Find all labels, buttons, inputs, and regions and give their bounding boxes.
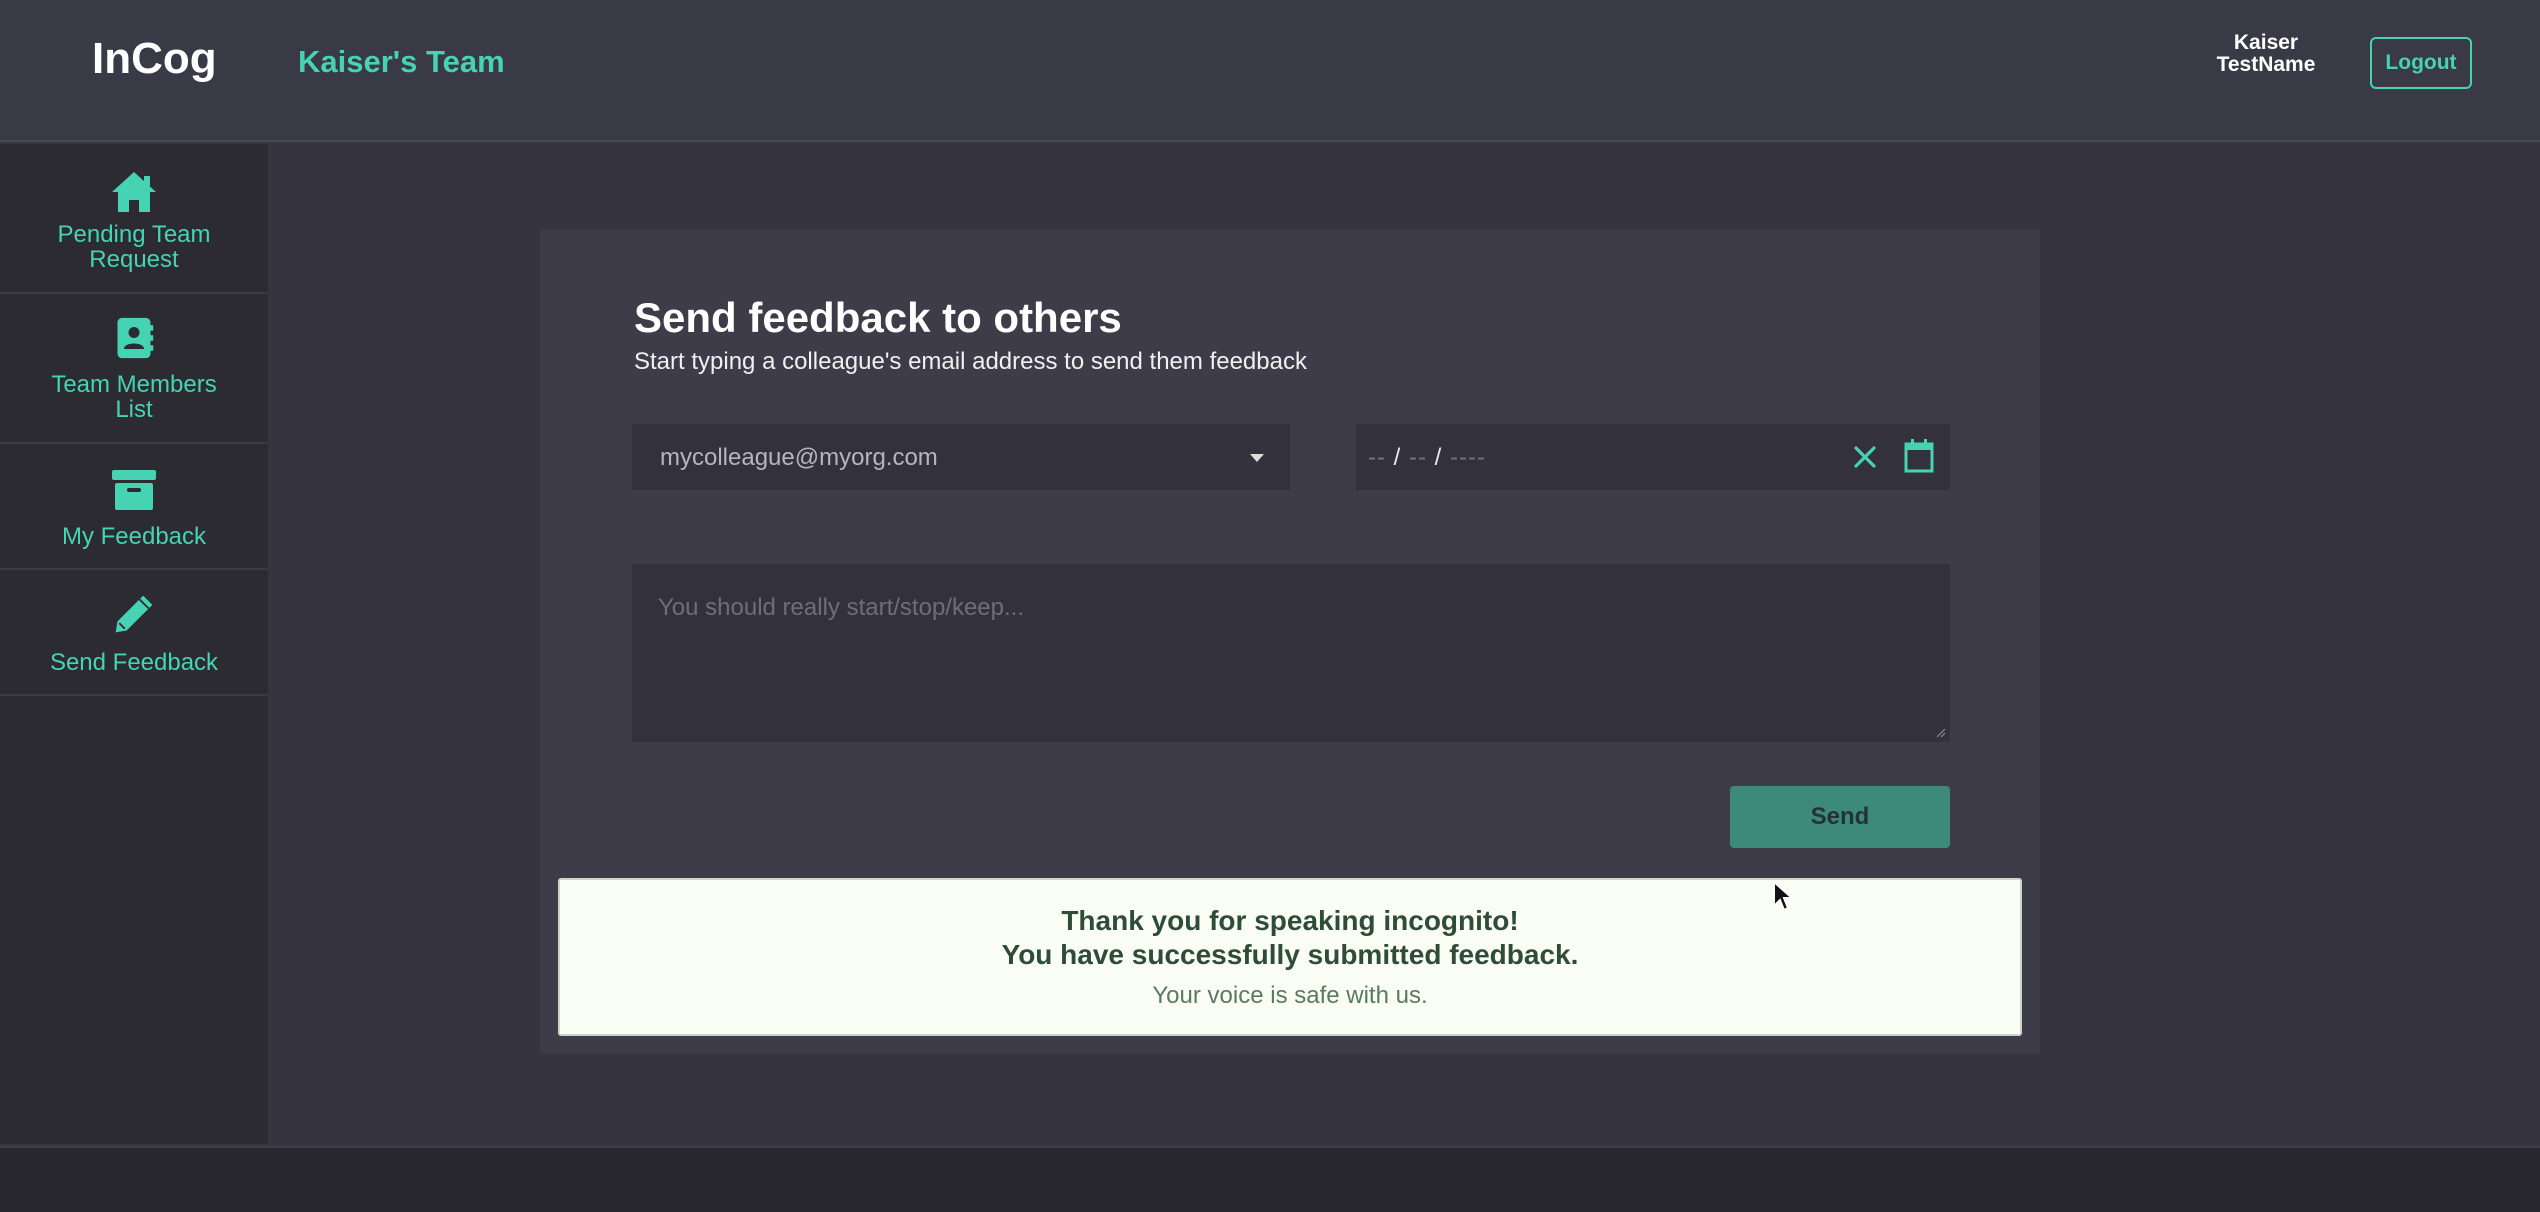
send-feedback-card: Send feedback to others Start typing a c… [540, 230, 2040, 1054]
sidebar-label: Team Members List [0, 372, 268, 422]
logout-button[interactable]: Logout [2370, 37, 2472, 89]
user-first-name: Kaiser [2233, 31, 2299, 54]
app-logo[interactable]: InCog [92, 34, 217, 84]
alert-message: You have successfully submitted feedback… [1001, 939, 1579, 970]
team-title[interactable]: Kaiser's Team [298, 44, 505, 80]
feedback-placeholder: You should really start/stop/keep... [658, 594, 1024, 621]
date-year: ---- [1450, 444, 1486, 471]
sidebar-item-my-feedback[interactable]: My Feedback [0, 444, 268, 570]
mouse-cursor-icon [1773, 880, 1794, 912]
user-last-name: TestName [2216, 53, 2316, 76]
alert-heading: Thank you for speaking incognito! [1061, 905, 1519, 936]
sidebar-label-line: Request [89, 246, 179, 273]
page-subtitle: Start typing a colleague's email address… [634, 348, 1307, 375]
success-alert: Thank you for speaking incognito! You ha… [558, 878, 2022, 1036]
archive-icon [112, 470, 156, 510]
sidebar-label-line: List [115, 396, 153, 423]
sidebar-item-send-feedback[interactable]: Send Feedback [0, 570, 268, 696]
sidebar-label-line: Pending Team [57, 221, 211, 248]
user-name: Kaiser TestName [2190, 32, 2342, 76]
top-navbar: InCog Kaiser's Team Kaiser TestName Logo… [0, 0, 2540, 142]
sidebar: Pending Team Request Team Members List M… [0, 144, 268, 1144]
date-month: -- [1368, 444, 1386, 471]
pencil-icon [115, 595, 153, 633]
alert-note: Your voice is safe with us. [1152, 982, 1428, 1009]
sidebar-label: Pending Team Request [0, 222, 268, 272]
page-title: Send feedback to others [634, 294, 1122, 341]
home-icon [112, 172, 156, 212]
resize-handle-icon[interactable] [1934, 726, 1946, 738]
sidebar-label: Send Feedback [49, 649, 219, 676]
feedback-textarea[interactable]: You should really start/stop/keep... [632, 564, 1950, 742]
chevron-down-icon[interactable] [1250, 454, 1264, 462]
sidebar-label: My Feedback [61, 523, 207, 550]
footer-bar [0, 1146, 2540, 1212]
sidebar-item-pending-team-request[interactable]: Pending Team Request [0, 144, 268, 294]
colleague-email-select[interactable]: mycolleague@myorg.com [632, 424, 1290, 490]
date-separator: / [1434, 444, 1443, 471]
date-day: -- [1409, 444, 1427, 471]
sidebar-item-team-members-list[interactable]: Team Members List [0, 294, 268, 444]
date-input[interactable]: -- / -- / ---- [1356, 424, 1950, 490]
calendar-icon[interactable] [1902, 438, 1936, 474]
email-value: mycolleague@myorg.com [660, 444, 938, 471]
date-value: -- / -- / ---- [1368, 444, 1486, 472]
address-book-icon [117, 317, 154, 359]
close-icon[interactable] [1850, 442, 1880, 472]
send-button[interactable]: Send [1730, 786, 1950, 848]
sidebar-label-line: Team Members [51, 371, 217, 398]
date-separator: / [1393, 444, 1402, 471]
